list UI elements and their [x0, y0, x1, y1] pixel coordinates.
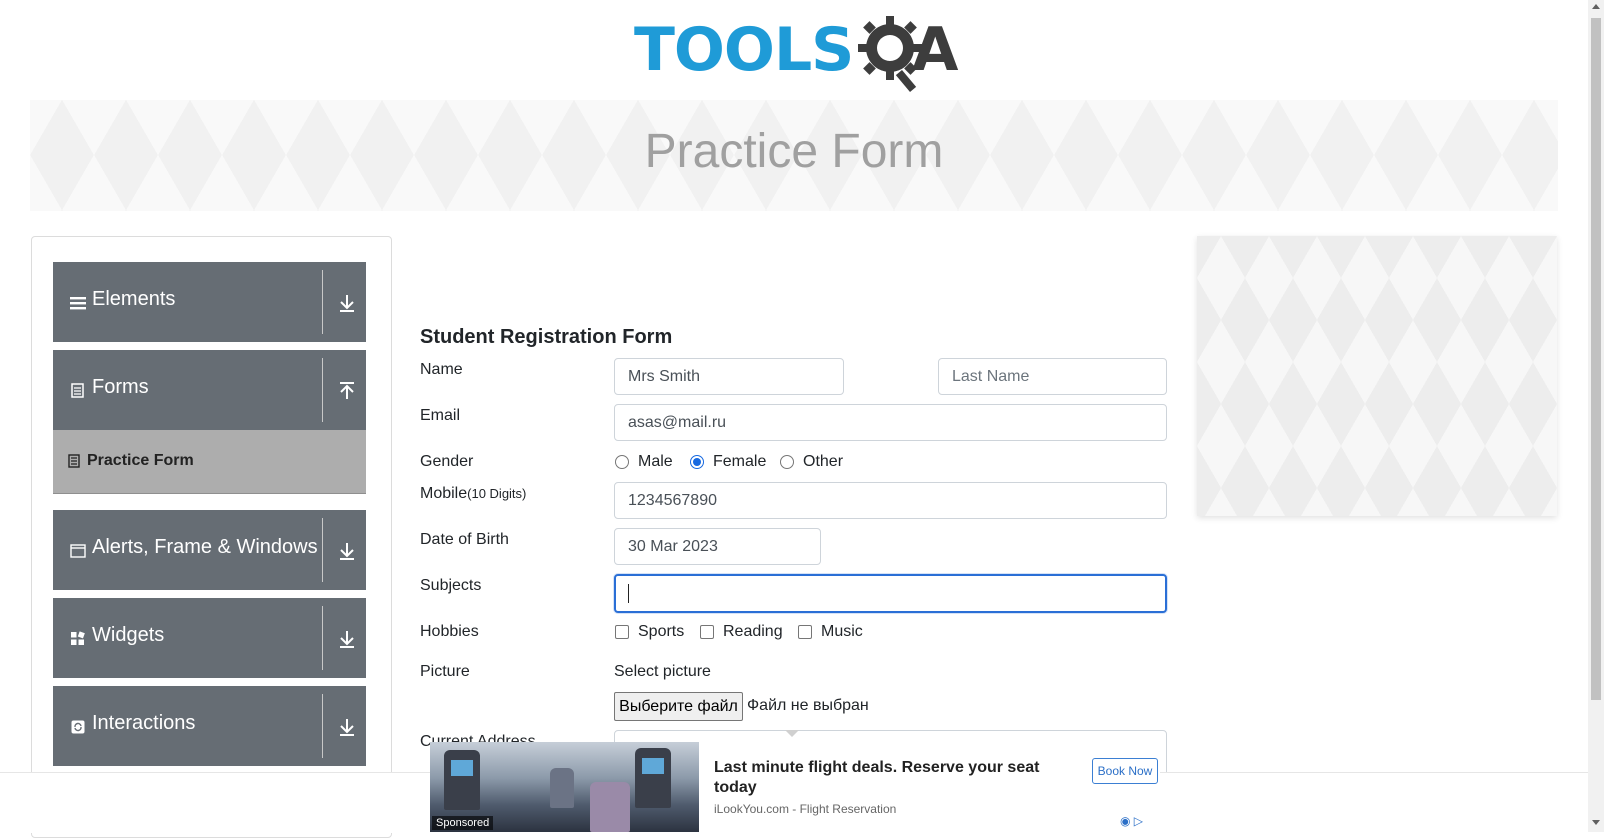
ad-headline[interactable]: Last minute flight deals. Reserve your s… — [714, 758, 1064, 798]
window-icon — [69, 542, 86, 559]
hobbies-label: Hobbies — [420, 623, 479, 640]
sidebar-group-alerts[interactable]: Alerts, Frame & Windows — [53, 510, 366, 590]
hobby-checkbox-music[interactable] — [798, 625, 812, 639]
sidebar-group-widgets[interactable]: Widgets — [53, 598, 366, 678]
mobile-label-text: Mobile — [420, 485, 468, 502]
mobile-label: Mobile(10 Digits) — [420, 485, 526, 503]
sidebar-group-label: Widgets — [92, 624, 165, 646]
adchoices-icon[interactable]: ◉ ▷ — [1120, 814, 1143, 828]
gender-radio-female[interactable] — [690, 455, 704, 469]
logo-text: TOOLS — [634, 15, 854, 85]
ad-collapse-caret-icon[interactable] — [785, 730, 799, 737]
subjects-input[interactable] — [614, 574, 1167, 613]
download-arrow-icon[interactable] — [338, 292, 356, 314]
divider — [322, 358, 323, 422]
name-label: Name — [420, 361, 463, 378]
dob-label: Date of Birth — [420, 531, 509, 548]
interactions-icon — [69, 718, 86, 735]
sidebar-group-interactions[interactable]: Interactions — [53, 686, 366, 766]
download-arrow-icon[interactable] — [338, 716, 356, 738]
sidebar-group-label: Interactions — [92, 712, 196, 734]
sidebar-group-label: Forms — [92, 376, 149, 398]
page-title: Practice Form — [644, 125, 944, 178]
ad-placeholder — [1197, 236, 1557, 516]
file-status: Файл не выбран — [747, 697, 869, 714]
email-label: Email — [420, 407, 461, 424]
upload-arrow-icon[interactable] — [338, 380, 356, 402]
page-scrollbar[interactable] — [1588, 0, 1604, 832]
scroll-down-arrow-icon[interactable] — [1592, 820, 1600, 825]
mobile-input[interactable]: 1234567890 — [614, 482, 1167, 519]
sidebar-group-label: Alerts, Frame & Windows — [92, 536, 318, 558]
picture-label: Picture — [420, 663, 470, 680]
site-logo[interactable]: TOOLS A — [634, 14, 958, 94]
ad-source[interactable]: iLookYou.com - Flight Reservation — [714, 802, 896, 816]
first-name-input[interactable]: Mrs Smith — [614, 358, 844, 395]
download-arrow-icon[interactable] — [338, 540, 356, 562]
form-title: Student Registration Form — [420, 326, 673, 348]
gender-option-label[interactable]: Male — [638, 453, 673, 471]
sidebar-item-label: Practice Form — [87, 452, 194, 469]
divider — [322, 270, 323, 334]
widgets-icon — [69, 630, 86, 647]
hamburger-icon — [69, 294, 86, 311]
gender-radio-male[interactable] — [615, 455, 629, 469]
hobby-option-label[interactable]: Sports — [638, 623, 684, 641]
hobby-checkbox-reading[interactable] — [700, 625, 714, 639]
mobile-hint: (10 Digits) — [467, 486, 527, 501]
hobby-option-label[interactable]: Reading — [723, 623, 783, 641]
download-arrow-icon[interactable] — [338, 628, 356, 650]
gender-option-label[interactable]: Female — [713, 453, 766, 471]
sponsored-ad[interactable]: Sponsored Last minute flight deals. Rese… — [430, 742, 1160, 832]
sidebar-group-label: Elements — [92, 288, 176, 310]
text-caret — [628, 584, 629, 603]
sponsored-label: Sponsored — [432, 816, 494, 830]
gender-option-label[interactable]: Other — [803, 453, 843, 471]
subjects-label: Subjects — [420, 577, 482, 594]
sidebar-item-practice-form[interactable]: Practice Form — [53, 430, 366, 494]
form-icon — [68, 454, 80, 468]
logo-text-a: A — [912, 15, 959, 85]
book-now-button[interactable]: Book Now — [1092, 758, 1158, 784]
ad-image[interactable]: Sponsored — [430, 742, 699, 832]
scroll-up-arrow-icon[interactable] — [1592, 4, 1600, 9]
picture-hint: Select picture — [614, 663, 711, 680]
email-input[interactable]: asas@mail.ru — [614, 404, 1167, 441]
gender-radio-other[interactable] — [780, 455, 794, 469]
document-icon — [69, 382, 86, 399]
page-banner: Practice Form — [30, 100, 1558, 211]
divider — [322, 518, 323, 582]
sidebar-group-forms[interactable]: Forms — [53, 350, 366, 430]
divider — [322, 694, 323, 758]
divider — [322, 606, 323, 670]
gender-label: Gender — [420, 453, 474, 470]
date-of-birth-input[interactable]: 30 Mar 2023 — [614, 528, 821, 565]
last-name-input[interactable]: Last Name — [938, 358, 1167, 395]
choose-file-button[interactable]: Выберите файл — [614, 692, 743, 721]
sidebar-group-elements[interactable]: Elements — [53, 262, 366, 342]
hobby-option-label[interactable]: Music — [821, 623, 863, 641]
hobby-checkbox-sports[interactable] — [615, 625, 629, 639]
scroll-thumb[interactable] — [1591, 18, 1601, 700]
